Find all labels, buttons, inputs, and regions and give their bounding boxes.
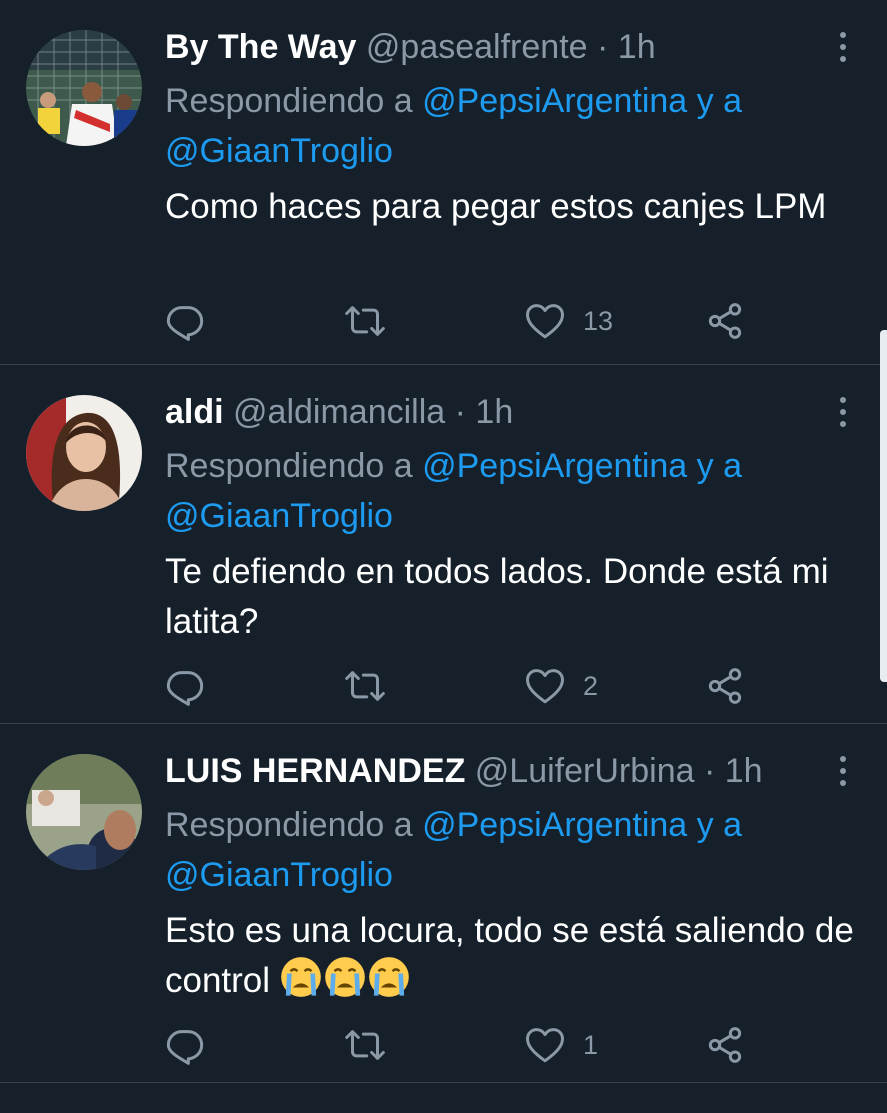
reply-button[interactable] [165, 296, 205, 346]
timestamp[interactable]: 1h [618, 28, 656, 66]
reply-button[interactable] [165, 661, 205, 711]
display-name[interactable]: By The Way [165, 28, 356, 66]
heart-icon [526, 1028, 564, 1063]
replying-to: Respondiendo a @PepsiArgentina y a @Giaan… [165, 76, 855, 176]
mention-link[interactable]: @GiaanTroglio [165, 497, 393, 535]
heart-icon [526, 669, 564, 704]
tweet[interactable]: By The Way @pasealfrente · 1h Respondien… [0, 0, 887, 365]
replying-connector: y a [687, 447, 743, 485]
retweet-button[interactable] [345, 1020, 385, 1070]
avatar-image [26, 754, 142, 870]
tweet-feed: By The Way @pasealfrente · 1h Respondien… [0, 0, 887, 1083]
separator-dot: · [454, 393, 466, 431]
tweet-header: aldi @aldimancilla · 1h [165, 389, 827, 435]
retweet-icon [345, 306, 385, 336]
retweet-icon [345, 671, 385, 701]
like-count: 2 [583, 670, 599, 701]
tweet-header: By The Way @pasealfrente · 1h [165, 24, 827, 70]
user-handle[interactable]: @LuiferUrbina [475, 752, 695, 790]
retweet-button[interactable] [345, 296, 385, 346]
share-button[interactable] [705, 296, 745, 346]
tweet-header: LUIS HERNANDEZ @LuiferUrbina · 1h [165, 748, 827, 794]
more-icon[interactable] [829, 395, 857, 429]
scrollbar[interactable] [880, 330, 887, 682]
tweet-text: Como haces para pegar estos canjes LPM [165, 187, 827, 226]
separator-dot: · [597, 28, 609, 66]
replying-to: Respondiendo a @PepsiArgentina y a @Giaan… [165, 441, 855, 541]
heart-icon [526, 304, 564, 339]
replying-prefix: Respondiendo a [165, 82, 423, 120]
tweet[interactable]: aldi @aldimancilla · 1h Respondiendo a @… [0, 365, 887, 724]
mention-link[interactable]: @PepsiArgentina [422, 82, 687, 120]
replying-connector: y a [687, 82, 743, 120]
reply-icon [166, 671, 204, 706]
display-name[interactable]: LUIS HERNANDEZ [165, 752, 465, 790]
timestamp[interactable]: 1h [725, 752, 763, 790]
tweet-actions: 2 [165, 661, 765, 711]
mention-link[interactable]: @GiaanTroglio [165, 856, 393, 894]
share-icon [708, 668, 742, 704]
like-button[interactable]: 2 [525, 661, 598, 711]
like-count: 13 [583, 305, 614, 336]
more-icon[interactable] [829, 30, 857, 64]
replying-prefix: Respondiendo a [165, 447, 423, 485]
separator-dot: · [703, 752, 716, 790]
avatar-image [26, 395, 142, 511]
avatar[interactable] [26, 30, 142, 146]
mention-link[interactable]: @GiaanTroglio [165, 132, 393, 170]
mention-link[interactable]: @PepsiArgentina [422, 447, 687, 485]
like-button[interactable]: 13 [525, 296, 613, 346]
reply-icon [166, 1030, 204, 1065]
display-name[interactable]: aldi [165, 393, 224, 431]
share-icon [708, 1027, 742, 1063]
crying-face-icon [324, 957, 365, 997]
tweet-text-container: Esto es una locura, todo se está saliend… [165, 906, 865, 1006]
crying-face-icon [280, 957, 321, 997]
retweet-icon [345, 1030, 385, 1060]
crying-face-icon [368, 957, 409, 997]
user-handle[interactable]: @pasealfrente [366, 28, 588, 66]
replying-to: Respondiendo a @PepsiArgentina y a @Giaan… [165, 800, 855, 900]
reply-icon [166, 306, 204, 341]
more-icon[interactable] [829, 754, 857, 788]
retweet-button[interactable] [345, 661, 385, 711]
avatar[interactable] [26, 395, 142, 511]
replying-prefix: Respondiendo a [165, 806, 423, 844]
tweet-text: Esto es una locura, todo se está saliend… [165, 911, 854, 1000]
like-count: 1 [583, 1029, 599, 1060]
tweet-actions: 1 [165, 1020, 765, 1070]
replying-connector: y a [687, 806, 743, 844]
like-button[interactable]: 1 [525, 1020, 598, 1070]
mention-link[interactable]: @PepsiArgentina [422, 806, 687, 844]
tweet[interactable]: LUIS HERNANDEZ @LuiferUrbina · 1h Respon… [0, 724, 887, 1083]
reply-button[interactable] [165, 1020, 205, 1070]
avatar[interactable] [26, 754, 142, 870]
tweet-actions: 13 [165, 296, 765, 346]
share-button[interactable] [705, 1020, 745, 1070]
tweet-text: Te defiendo en todos lados. Donde está m… [165, 552, 829, 641]
user-handle[interactable]: @aldimancilla [233, 393, 445, 431]
avatar-image [26, 30, 142, 146]
share-icon [708, 303, 742, 339]
timestamp[interactable]: 1h [475, 393, 513, 431]
share-button[interactable] [705, 661, 745, 711]
